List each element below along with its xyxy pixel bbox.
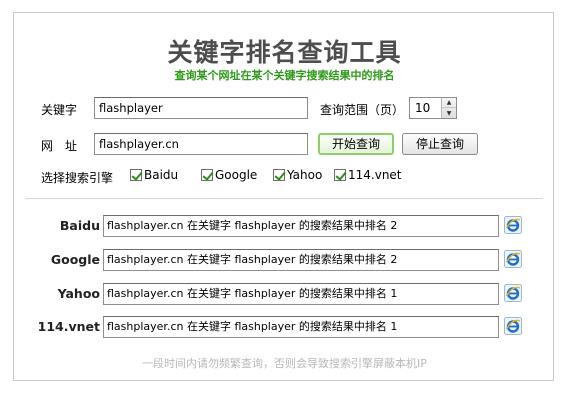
page-title: 关键字排名查询工具: [167, 38, 402, 67]
footer-note: 一段时间内请勿频繁查询，否则会导致搜索引擎屏蔽本机IP: [142, 357, 427, 370]
stepper-up-icon[interactable]: ▲: [442, 98, 456, 108]
result-field-yahoo[interactable]: flashplayer.cn 在关键字 flashplayer 的搜索结果中排名…: [103, 283, 499, 305]
engine-checkbox-baidu[interactable]: Baidu: [130, 168, 178, 182]
keyword-input[interactable]: flashplayer: [94, 97, 308, 119]
url-input[interactable]: flashplayer.cn: [94, 133, 308, 155]
stepper-buttons: ▲ ▼: [441, 98, 456, 118]
stop-query-button[interactable]: 停止查询: [402, 133, 478, 155]
section-divider: [26, 198, 543, 199]
engines-label: 选择搜索引擎: [41, 171, 114, 185]
range-value[interactable]: 10: [415, 98, 430, 118]
engine-checkbox-label: Google: [215, 168, 258, 182]
result-engine-label: Google: [50, 252, 100, 267]
page-subtitle: 查询某个网址在某个关键字搜索结果中的排名: [174, 69, 395, 82]
result-field-google[interactable]: flashplayer.cn 在关键字 flashplayer 的搜索结果中排名…: [103, 249, 499, 271]
ie-icon[interactable]: [504, 250, 522, 268]
engine-checkbox-label: Yahoo: [287, 168, 323, 182]
ie-icon[interactable]: [504, 216, 522, 234]
checkbox-checked-icon[interactable]: [130, 169, 142, 181]
start-query-button[interactable]: 开始查询: [318, 133, 394, 155]
range-stepper[interactable]: 10 ▲ ▼: [409, 97, 457, 119]
checkbox-checked-icon[interactable]: [334, 169, 346, 181]
ie-icon[interactable]: [504, 284, 522, 302]
result-engine-label: 114.vnet: [37, 319, 100, 334]
stepper-down-icon[interactable]: ▼: [442, 108, 456, 118]
result-field-114vnet[interactable]: flashplayer.cn 在关键字 flashplayer 的搜索结果中排名…: [103, 316, 499, 338]
checkbox-checked-icon[interactable]: [201, 169, 213, 181]
result-field-baidu[interactable]: flashplayer.cn 在关键字 flashplayer 的搜索结果中排名…: [103, 215, 499, 237]
url-label: 网 址: [41, 139, 78, 153]
ie-icon[interactable]: [504, 317, 522, 335]
engine-checkbox-114vnet[interactable]: 114.vnet: [334, 168, 402, 182]
engine-checkbox-yahoo[interactable]: Yahoo: [273, 168, 322, 182]
engine-checkbox-label: 114.vnet: [348, 168, 402, 182]
keyword-label: 关键字: [41, 103, 78, 117]
engine-checkbox-google[interactable]: Google: [201, 168, 257, 182]
engine-checkbox-label: Baidu: [144, 168, 179, 182]
tool-panel: 关键字排名查询工具 查询某个网址在某个关键字搜索结果中的排名 关键字 flash…: [13, 12, 554, 381]
range-label: 查询范围（页）: [320, 103, 405, 117]
result-engine-label: Yahoo: [57, 286, 100, 301]
checkbox-checked-icon[interactable]: [273, 169, 285, 181]
result-engine-label: Baidu: [59, 218, 100, 233]
